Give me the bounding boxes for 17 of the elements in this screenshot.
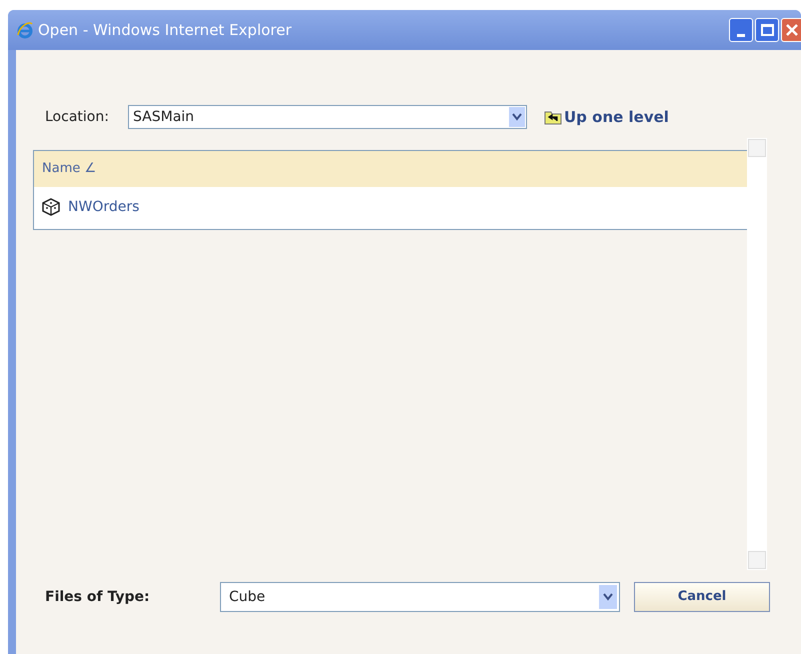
cube-icon: [42, 198, 60, 216]
close-icon: [786, 24, 798, 36]
up-one-level-link[interactable]: Up one level: [564, 106, 669, 128]
location-dropdown[interactable]: SASMain: [128, 105, 527, 129]
close-button[interactable]: [781, 18, 801, 42]
file-type-label: Files of Type:: [45, 588, 151, 606]
folder-up-icon[interactable]: [544, 109, 562, 125]
file-name: NWOrders: [68, 198, 140, 216]
column-header[interactable]: Name ∠: [42, 159, 96, 179]
minimize-button[interactable]: [729, 18, 753, 42]
file-type-dropdown[interactable]: Cube: [220, 582, 620, 612]
maximize-button[interactable]: [755, 18, 779, 42]
browser-logo-icon: [16, 21, 34, 39]
location-label: Location:: [45, 108, 110, 126]
cancel-button[interactable]: Cancel: [634, 582, 770, 612]
window-title: Open - Windows Internet Explorer: [38, 20, 292, 41]
scrollbar[interactable]: [747, 138, 767, 570]
